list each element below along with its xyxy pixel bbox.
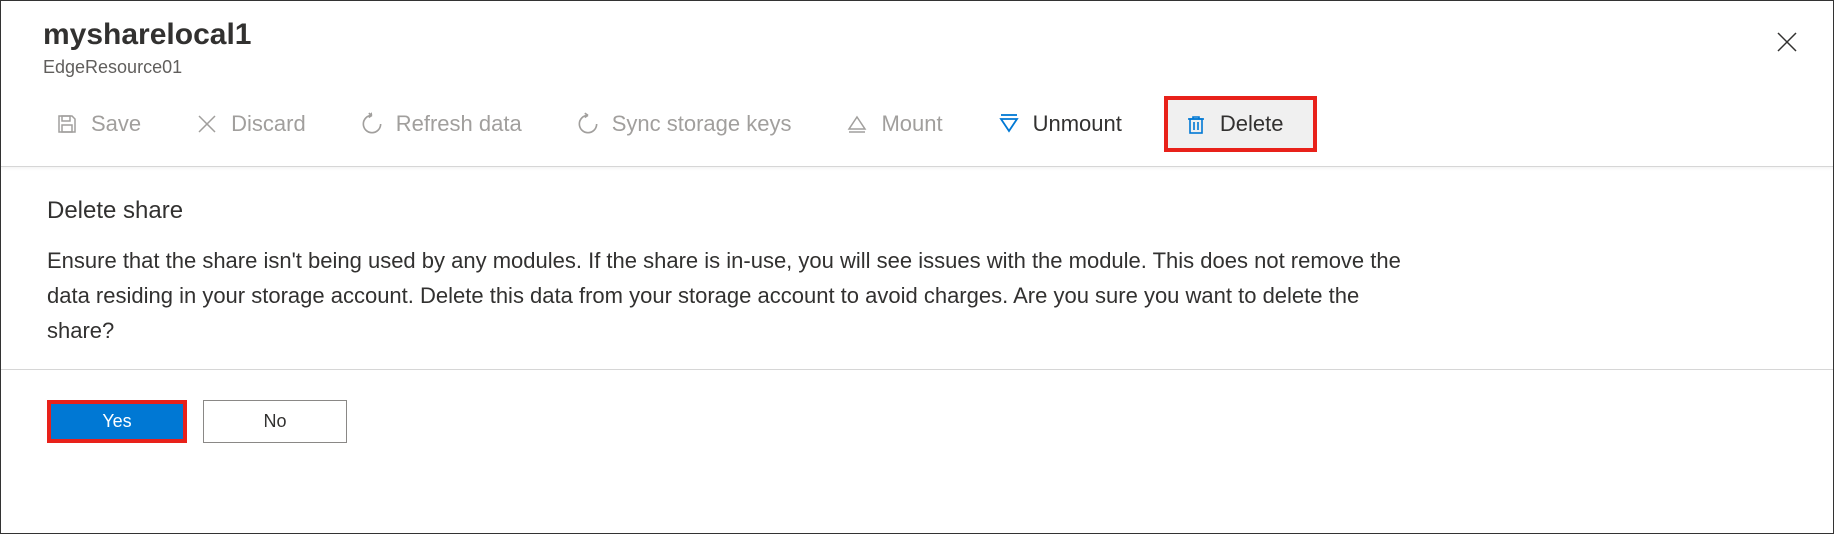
mount-icon	[843, 110, 871, 138]
close-button[interactable]	[1769, 25, 1805, 61]
mount-button: Mount	[833, 104, 952, 144]
mount-label: Mount	[881, 111, 942, 137]
page-subtitle: EdgeResource01	[43, 57, 1791, 78]
header: mysharelocal1 EdgeResource01	[1, 1, 1833, 88]
command-bar: Save Discard Refresh data Sync storage k…	[1, 88, 1833, 167]
sync-button: Sync storage keys	[564, 104, 802, 144]
refresh-label: Refresh data	[396, 111, 522, 137]
dialog-actions: Yes No	[1, 370, 1833, 473]
save-icon	[53, 110, 81, 138]
yes-button[interactable]: Yes	[51, 404, 183, 439]
discard-icon	[193, 110, 221, 138]
unmount-button[interactable]: Unmount	[985, 104, 1132, 144]
dialog-body: Ensure that the share isn't being used b…	[47, 243, 1427, 349]
sync-label: Sync storage keys	[612, 111, 792, 137]
delete-button[interactable]: Delete	[1180, 104, 1286, 144]
save-button: Save	[43, 104, 151, 144]
unmount-icon	[995, 110, 1023, 138]
yes-highlight: Yes	[47, 400, 187, 443]
refresh-button: Refresh data	[348, 104, 532, 144]
sync-icon	[574, 110, 602, 138]
unmount-label: Unmount	[1033, 111, 1122, 137]
no-button[interactable]: No	[203, 400, 347, 443]
delete-highlight: Delete	[1164, 96, 1318, 152]
save-label: Save	[91, 111, 141, 137]
close-icon	[1775, 30, 1799, 57]
page-title: mysharelocal1	[43, 17, 1791, 53]
discard-label: Discard	[231, 111, 306, 137]
discard-button: Discard	[183, 104, 316, 144]
delete-label: Delete	[1220, 111, 1284, 137]
delete-icon	[1182, 110, 1210, 138]
refresh-icon	[358, 110, 386, 138]
dialog-content: Delete share Ensure that the share isn't…	[1, 167, 1833, 370]
dialog-title: Delete share	[47, 197, 1787, 225]
